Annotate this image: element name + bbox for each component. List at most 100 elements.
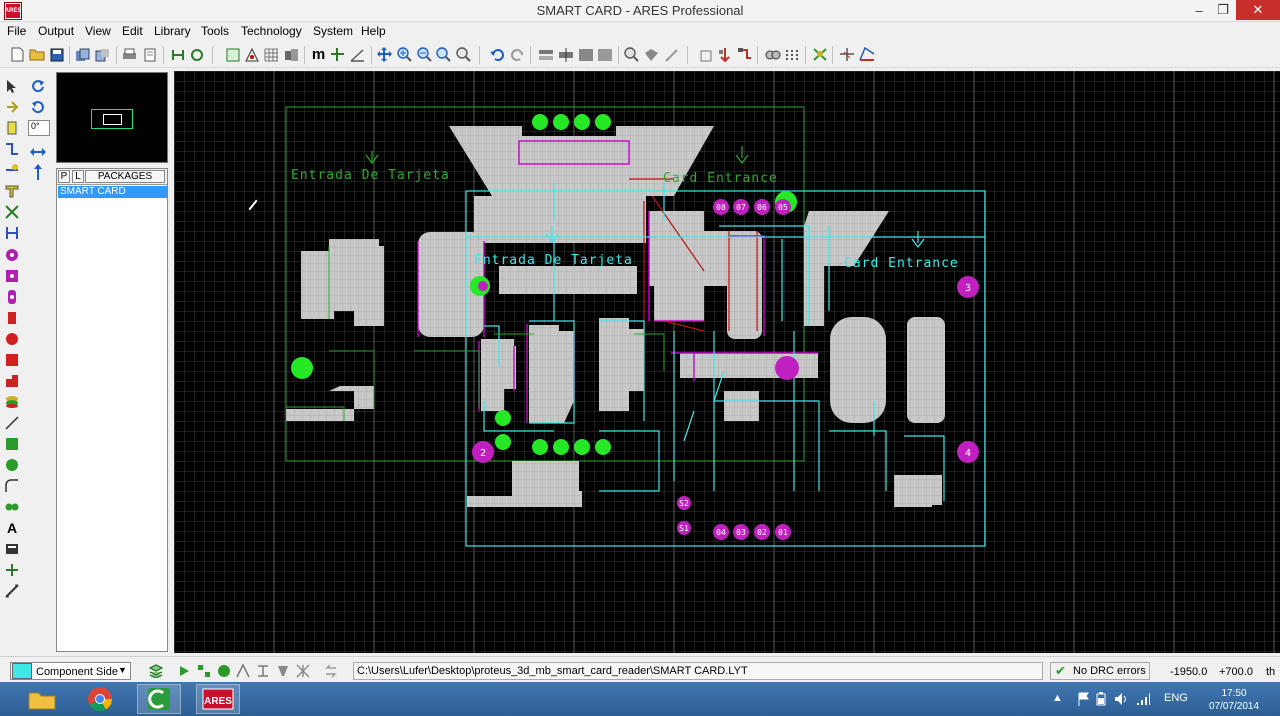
autoplace-icon[interactable] [717,46,734,63]
library-button[interactable]: L [72,170,84,183]
zoom-pan-icon[interactable] [376,46,393,63]
pcb-canvas[interactable]: Entrada De Tarjeta Card Entrance Entrada… [174,71,1280,653]
dimension-tool-icon[interactable] [4,583,20,599]
open-folder-icon[interactable] [28,46,45,63]
arc-tool-icon[interactable] [4,478,20,494]
square-pad-icon[interactable] [4,268,20,284]
menu-file[interactable]: File [7,24,26,38]
menu-library[interactable]: Library [154,24,191,38]
import-icon[interactable] [74,46,91,63]
ares-taskbar-icon[interactable]: ARES [196,684,240,714]
zoom-in-icon[interactable] [396,46,413,63]
chevron-up-icon[interactable]: ▲ [1052,692,1063,704]
ratsnest-mode-icon[interactable] [4,204,20,220]
dil-pad-icon[interactable] [4,289,20,305]
clearance-icon[interactable] [255,663,271,679]
smt-pad-icon[interactable] [4,331,20,347]
search-tag-icon[interactable] [764,46,781,63]
origin-icon[interactable] [243,46,260,63]
make-package-icon[interactable] [643,46,660,63]
ratsnest-icon[interactable] [811,46,828,63]
pick-package-icon[interactable] [623,46,640,63]
select-cursor-icon[interactable] [4,78,20,94]
cursor-cross-icon[interactable] [329,46,346,63]
back-annotate-icon[interactable] [323,663,339,679]
menu-tools[interactable]: Tools [201,24,229,38]
block-delete-icon[interactable] [596,46,613,63]
undo-icon[interactable] [489,46,506,63]
maximize-button[interactable]: ❐ [1212,0,1234,20]
record-icon[interactable] [216,663,232,679]
pick-button[interactable]: P [58,170,70,183]
menu-edit[interactable]: Edit [122,24,143,38]
snap-icon[interactable] [283,46,300,63]
save-icon[interactable] [48,46,65,63]
block-rotate-icon[interactable] [577,46,594,63]
menu-system[interactable]: System [313,24,353,38]
chevron-down-icon[interactable]: ▼ [118,665,127,675]
rotation-field[interactable]: 0° [28,120,50,136]
zone-mode-icon[interactable] [4,183,20,199]
package-mode-icon[interactable] [4,120,20,136]
new-file-icon[interactable] [9,46,26,63]
print-preview-icon[interactable] [141,46,158,63]
menu-view[interactable]: View [85,24,111,38]
export-icon[interactable] [94,46,111,63]
trim-icon[interactable] [275,663,291,679]
property-icon[interactable] [784,46,801,63]
drc-status[interactable]: ✔ No DRC errors [1050,662,1150,680]
metric-icon[interactable]: m [310,46,327,63]
menu-help[interactable]: Help [361,24,386,38]
via-mode-icon[interactable] [4,162,20,178]
layer-stack-icon[interactable] [148,663,164,679]
edge-pad-icon[interactable] [4,310,20,326]
route-icon[interactable] [235,663,251,679]
file-explorer-icon[interactable] [20,684,64,714]
polygon-pad-icon[interactable] [4,373,20,389]
menu-technology[interactable]: Technology [241,24,302,38]
track-mode-icon[interactable] [4,141,20,157]
path-tool-icon[interactable] [4,499,20,515]
circle-tool-icon[interactable] [4,457,20,473]
zoom-all-icon[interactable] [435,46,452,63]
language-indicator[interactable]: ENG [1164,692,1188,704]
overview-window[interactable] [56,72,168,163]
drc-icon[interactable] [838,46,855,63]
step-icon[interactable] [196,663,212,679]
list-item[interactable]: SMART CARD [58,186,168,198]
close-button[interactable]: ✕ [1236,0,1280,20]
volume-icon[interactable] [1114,692,1128,709]
ratsnest-status-icon[interactable] [295,663,311,679]
marker-tool-icon[interactable] [4,562,20,578]
redo-icon[interactable] [509,46,526,63]
menu-output[interactable]: Output [38,24,74,38]
dot-grid-icon[interactable] [263,46,280,63]
grid-icon[interactable] [224,46,241,63]
rotate-cw-icon[interactable] [30,78,46,94]
minimize-button[interactable]: – [1188,0,1210,20]
round-pad-icon[interactable] [4,247,20,263]
camtasia-icon[interactable] [137,684,181,714]
play-icon[interactable] [176,663,192,679]
tidy-icon[interactable] [697,46,714,63]
network-icon[interactable] [1136,692,1150,709]
chrome-icon[interactable] [78,684,122,714]
block-move-icon[interactable] [557,46,574,63]
refresh-icon[interactable] [189,46,206,63]
box-tool-icon[interactable] [4,436,20,452]
3d-view-icon[interactable] [858,46,875,63]
snap-angle-icon[interactable] [349,46,366,63]
padstack-icon[interactable] [4,394,20,410]
rect-smt-pad-icon[interactable] [4,352,20,368]
component-mode-icon[interactable] [4,99,20,115]
print-icon[interactable] [121,46,138,63]
connectivity-icon[interactable] [4,225,20,241]
rotate-ccw-icon[interactable] [30,99,46,115]
symbol-tool-icon[interactable] [4,541,20,557]
netlist-icon[interactable] [170,46,187,63]
line-tool-icon[interactable] [4,415,20,431]
flag-icon[interactable] [1078,692,1090,709]
text-tool-icon[interactable]: A [4,520,20,536]
zoom-out-icon[interactable] [416,46,433,63]
decompose-icon[interactable] [663,46,680,63]
